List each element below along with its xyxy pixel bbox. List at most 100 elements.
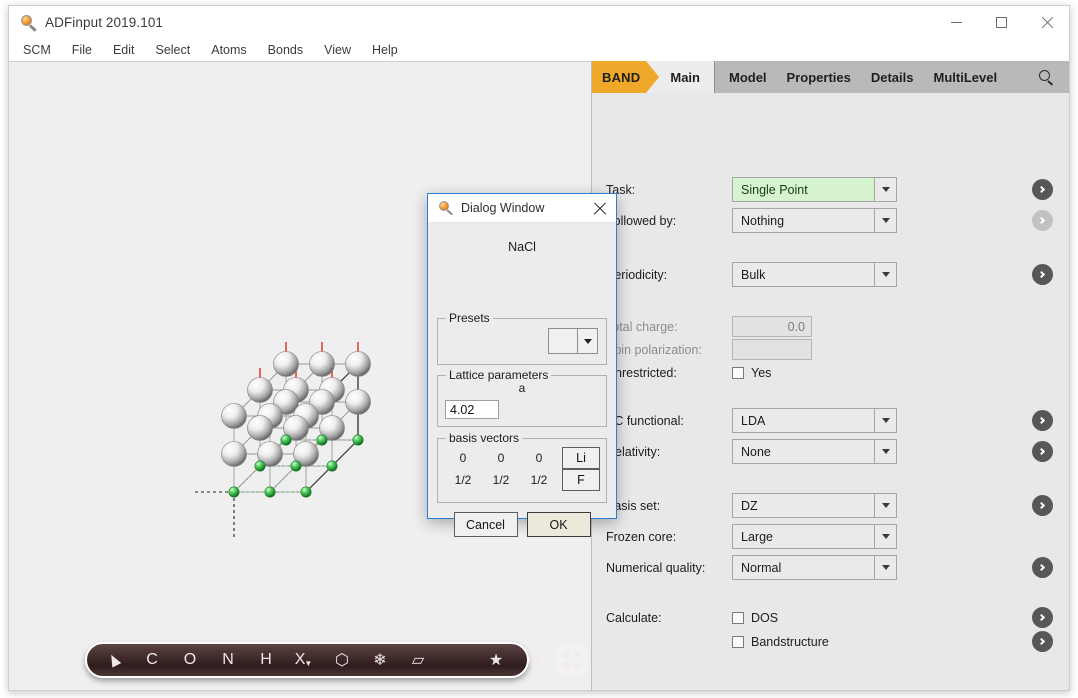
snowflake-symmetry-tool[interactable]: ❄	[365, 645, 395, 675]
menu-item-edit[interactable]: Edit	[113, 42, 144, 59]
basis-r1-c2[interactable]: 1/2	[520, 473, 558, 487]
calculate-bandstructure-detail-button[interactable]	[1032, 631, 1053, 652]
field-frozen-core: Frozen core: Large	[592, 524, 1069, 549]
plane-tool[interactable]: ▱	[403, 645, 433, 675]
minimize-button[interactable]	[934, 6, 979, 39]
tab-model[interactable]: Model	[715, 61, 777, 93]
dialog-buttons: Cancel OK	[428, 512, 616, 537]
presets-chevron-down-icon[interactable]	[577, 329, 597, 353]
calculate-dos-checkbox[interactable]: DOS	[732, 611, 778, 625]
frozen-core-chevron-down-icon[interactable]	[874, 525, 896, 548]
tab-multilevel[interactable]: MultiLevel	[924, 61, 1008, 93]
xc-functional-label: XC functional:	[606, 414, 684, 428]
tab-details[interactable]: Details	[861, 61, 924, 93]
basis-r1-c0[interactable]: 1/2	[444, 473, 482, 487]
menu-bar: SCM File Edit Select Atoms Bonds View He…	[9, 39, 1069, 61]
settings-panel: BAND Main Model Properties Details Multi…	[592, 61, 1069, 690]
nitrogen-atom-tool[interactable]: N	[213, 645, 243, 675]
xc-functional-detail-button[interactable]	[1032, 410, 1053, 431]
search-icon[interactable]	[1023, 61, 1069, 93]
ring-tool[interactable]: ⬡	[327, 645, 357, 675]
basis-set-detail-button[interactable]	[1032, 495, 1053, 516]
dialog-title-bar: Dialog Window	[428, 194, 616, 223]
numerical-quality-value: Normal	[733, 561, 874, 575]
field-spin-polarization: Spin polarization:	[592, 337, 1069, 362]
basis-r0-c2[interactable]: 0	[520, 451, 558, 465]
hydrogen-atom-tool[interactable]: H	[251, 645, 281, 675]
field-followed-by: Followed by: Nothing	[592, 208, 1069, 233]
basis-r1-c1[interactable]: 1/2	[482, 473, 520, 487]
frozen-core-select[interactable]: Large	[732, 524, 897, 549]
lattice-points-tool[interactable]	[557, 645, 587, 675]
ok-button[interactable]: OK	[527, 512, 591, 537]
basis-element-button-li[interactable]: Li	[562, 447, 600, 469]
carbon-atom-tool[interactable]: C	[137, 645, 167, 675]
calculate-dos-checkbox-box[interactable]	[732, 612, 744, 624]
followed-by-select[interactable]: Nothing	[732, 208, 897, 233]
cancel-button[interactable]: Cancel	[454, 512, 518, 537]
menu-item-view[interactable]: View	[324, 42, 360, 59]
numerical-quality-detail-button[interactable]	[1032, 557, 1053, 578]
dialog-close-icon[interactable]	[586, 196, 612, 221]
followed-by-chevron-down-icon[interactable]	[874, 209, 896, 232]
task-select[interactable]: Single Point	[732, 177, 897, 202]
xc-functional-select[interactable]: LDA	[732, 408, 897, 433]
lattice-param-name: a	[438, 381, 606, 395]
followed-by-detail-button	[1032, 210, 1053, 231]
periodicity-detail-button[interactable]	[1032, 264, 1053, 285]
relativity-select[interactable]: None	[732, 439, 897, 464]
field-relativity: Relativity: None	[592, 439, 1069, 464]
numerical-quality-select[interactable]: Normal	[732, 555, 897, 580]
spin-polarization-input[interactable]	[732, 339, 812, 360]
total-charge-input[interactable]: 0.0	[732, 316, 812, 337]
task-detail-button[interactable]	[1032, 179, 1053, 200]
calculate-bandstructure-checkbox[interactable]: Bandstructure	[732, 635, 829, 649]
tab-properties[interactable]: Properties	[777, 61, 861, 93]
dialog-body: NaCl Presets Lattice parameters a 4.02 b…	[428, 240, 616, 536]
lattice-a-input[interactable]: 4.02	[445, 400, 499, 419]
other-element-tool[interactable]: X▼	[289, 645, 319, 675]
app-magnifier-icon	[21, 15, 37, 31]
basis-set-select[interactable]: DZ	[732, 493, 897, 518]
dialog-heading: NaCl	[428, 240, 616, 254]
menu-item-scm[interactable]: SCM	[23, 42, 60, 59]
numerical-quality-chevron-down-icon[interactable]	[874, 556, 896, 579]
periodicity-select[interactable]: Bulk	[732, 262, 897, 287]
field-total-charge: Total charge: 0.0	[592, 314, 1069, 339]
calculate-bandstructure-checkbox-box[interactable]	[732, 636, 744, 648]
calculate-dos-detail-button[interactable]	[1032, 607, 1053, 628]
application-window: ADFinput 2019.101 SCM File Edit Select A…	[8, 5, 1070, 691]
lattice-group-label: Lattice parameters	[446, 368, 551, 382]
xc-functional-value: LDA	[733, 414, 874, 428]
task-chevron-down-icon[interactable]	[874, 178, 896, 201]
dialog-magnifier-icon	[439, 201, 454, 216]
unrestricted-checkbox-box[interactable]	[732, 367, 744, 379]
menu-item-help[interactable]: Help	[372, 42, 407, 59]
basis-element-button-f[interactable]: F	[562, 469, 600, 491]
select-cursor-tool[interactable]	[99, 645, 129, 675]
unit-cell-tool[interactable]: ⧉	[519, 645, 549, 675]
relativity-chevron-down-icon[interactable]	[874, 440, 896, 463]
basis-set-chevron-down-icon[interactable]	[874, 494, 896, 517]
lattice-parameters-group: Lattice parameters a 4.02	[437, 375, 607, 427]
menu-item-select[interactable]: Select	[155, 42, 199, 59]
presets-value	[549, 329, 577, 353]
window-controls	[934, 6, 1069, 39]
menu-item-file[interactable]: File	[72, 42, 101, 59]
maximize-button[interactable]	[979, 6, 1024, 39]
basis-vectors-grid: 0 0 0 1/2 1/2 1/2 Li F	[438, 447, 606, 491]
xc-functional-chevron-down-icon[interactable]	[874, 409, 896, 432]
close-button[interactable]	[1024, 6, 1069, 39]
periodicity-chevron-down-icon[interactable]	[874, 263, 896, 286]
favorites-tool[interactable]: ★	[481, 645, 511, 675]
task-value: Single Point	[733, 183, 874, 197]
menu-item-atoms[interactable]: Atoms	[211, 42, 255, 59]
spin-polarization-label: Spin polarization:	[606, 343, 702, 357]
presets-select[interactable]	[548, 328, 598, 354]
menu-item-bonds[interactable]: Bonds	[268, 42, 312, 59]
basis-r0-c0[interactable]: 0	[444, 451, 482, 465]
oxygen-atom-tool[interactable]: O	[175, 645, 205, 675]
relativity-detail-button[interactable]	[1032, 441, 1053, 462]
basis-r0-c1[interactable]: 0	[482, 451, 520, 465]
unrestricted-checkbox[interactable]: Yes	[732, 366, 771, 380]
